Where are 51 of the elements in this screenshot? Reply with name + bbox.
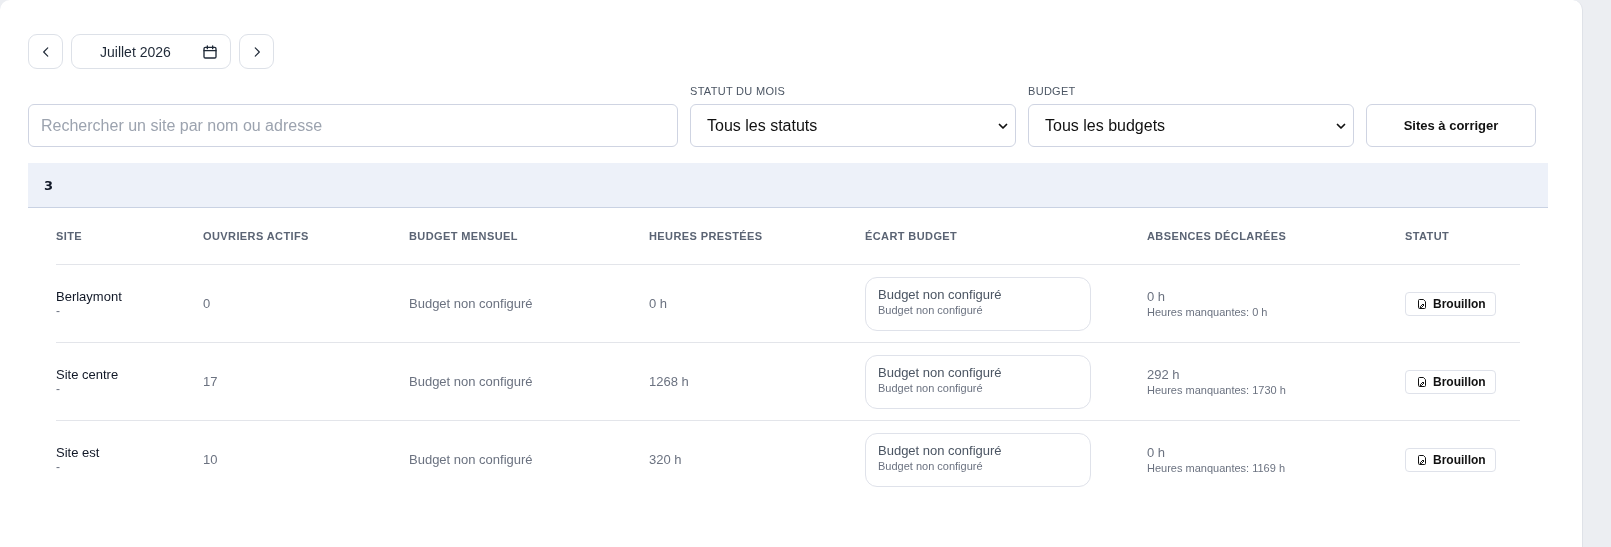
next-month-button[interactable] bbox=[239, 34, 274, 69]
status-badge: Brouillon bbox=[1405, 369, 1496, 394]
filter-label: STATUT DU MOIS bbox=[690, 85, 787, 97]
site-address: - bbox=[56, 382, 61, 396]
missing-hours: Heures manquantes: 0 h bbox=[1147, 306, 1269, 318]
table-cell-text: Budget non configuré bbox=[409, 452, 534, 467]
gap-detail: Budget non configuré bbox=[878, 303, 984, 316]
group-count: 3 bbox=[44, 177, 54, 193]
column-header: ABSENCES DÉCLARÉES bbox=[1147, 230, 1288, 242]
column-header: OUVRIERS ACTIFS bbox=[203, 230, 310, 242]
document-edit-icon bbox=[1416, 297, 1428, 310]
table-cell-text: 17 bbox=[203, 374, 219, 389]
document-edit-icon bbox=[1416, 375, 1428, 388]
calendar-icon bbox=[202, 43, 218, 60]
absence-hours: 292 h bbox=[1147, 367, 1181, 382]
absence-hours: 0 h bbox=[1147, 289, 1167, 304]
table-cell-text: Budget non configuré bbox=[409, 374, 534, 389]
gap-detail: Budget non configuré bbox=[878, 459, 984, 472]
gap-title: Budget non configuré bbox=[878, 442, 1003, 458]
gap-title: Budget non configuré bbox=[878, 364, 1003, 380]
previous-month-button[interactable] bbox=[28, 34, 63, 69]
column-header: ÉCART BUDGET bbox=[865, 230, 959, 242]
column-header: HEURES PRESTÉES bbox=[649, 230, 764, 242]
month-picker[interactable]: Juillet 2026 bbox=[71, 34, 231, 69]
table-cell-text: 10 bbox=[203, 452, 219, 467]
column-header: SITE bbox=[56, 230, 84, 242]
absence-hours: 0 h bbox=[1147, 445, 1167, 460]
status-badge: Brouillon bbox=[1405, 447, 1496, 472]
site-name: Berlaymont bbox=[56, 289, 123, 304]
status-select[interactable]: Tous les statuts bbox=[690, 104, 1016, 147]
status-badge: Brouillon bbox=[1405, 291, 1496, 316]
sites-to-fix-button[interactable]: Sites à corriger bbox=[1366, 104, 1536, 147]
site-address: - bbox=[56, 460, 61, 474]
site-name: Site est bbox=[56, 445, 101, 460]
table-cell-text: 0 h bbox=[649, 296, 669, 311]
gap-title: Budget non configuré bbox=[878, 286, 1003, 302]
table-cell-text: 320 h bbox=[649, 452, 683, 467]
gap-detail: Budget non configuré bbox=[878, 381, 984, 394]
filter-label: BUDGET bbox=[1028, 85, 1077, 97]
search-field[interactable]: Rechercher un site par nom ou adresse bbox=[28, 104, 678, 147]
site-address: - bbox=[56, 304, 61, 318]
budget-select[interactable]: Tous les budgets bbox=[1028, 104, 1354, 147]
missing-hours: Heures manquantes: 1169 h bbox=[1147, 462, 1286, 474]
column-header: STATUT bbox=[1405, 230, 1451, 242]
document-edit-icon bbox=[1416, 453, 1428, 466]
missing-hours: Heures manquantes: 1730 h bbox=[1147, 384, 1287, 396]
table-cell-text: 1268 h bbox=[649, 374, 690, 389]
table-cell-text: 0 bbox=[203, 296, 212, 311]
column-header: BUDGET MENSUEL bbox=[409, 230, 519, 242]
table-cell-text: Budget non configuré bbox=[409, 296, 534, 311]
site-name: Site centre bbox=[56, 367, 120, 382]
